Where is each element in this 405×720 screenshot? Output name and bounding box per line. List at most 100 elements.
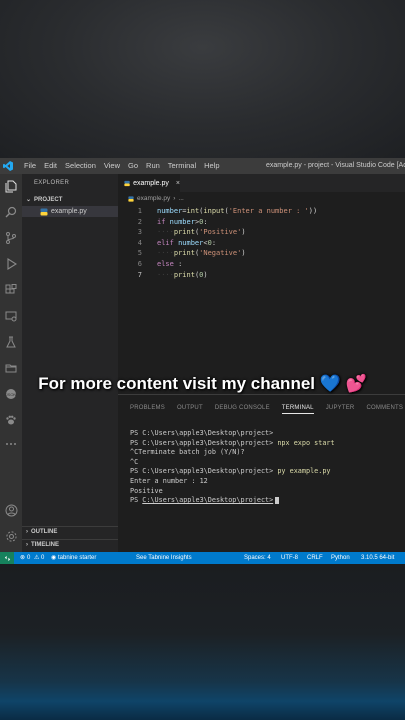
paw-icon[interactable] bbox=[3, 412, 19, 428]
explorer-sidebar: EXPLORER ⌄ PROJECT example.py › OUTLINE … bbox=[22, 174, 118, 552]
menu-view[interactable]: View bbox=[100, 158, 124, 174]
close-icon[interactable]: × bbox=[176, 180, 180, 187]
line-number: 3 bbox=[137, 228, 142, 237]
code-text: ····print('Negative') bbox=[157, 248, 246, 259]
code-token: : bbox=[173, 259, 183, 268]
errors-icon[interactable]: ⊗ bbox=[20, 552, 25, 564]
code-token: ) bbox=[203, 270, 208, 279]
code-token: input bbox=[203, 207, 225, 215]
title-bar: File Edit Selection View Go Run Terminal… bbox=[0, 158, 405, 174]
indentation-status[interactable]: Spaces: 4 bbox=[244, 552, 271, 564]
remote-explorer-icon[interactable] bbox=[3, 308, 19, 324]
terminal-prompt: PS C:\Users\apple3\Desktop\project> bbox=[130, 438, 274, 447]
outline-label: OUTLINE bbox=[31, 529, 58, 535]
menu-run[interactable]: Run bbox=[142, 158, 164, 174]
terminal-cursor bbox=[275, 496, 280, 504]
code-token: elif bbox=[157, 238, 174, 247]
blurred-background-bottom bbox=[0, 564, 405, 720]
run-debug-icon[interactable] bbox=[3, 256, 19, 272]
line-number: 1 bbox=[137, 207, 142, 215]
code-token: 'Enter a number : ' bbox=[228, 207, 309, 215]
code-line[interactable]: 3 ····print('Positive') bbox=[118, 227, 405, 238]
project-folder[interactable]: ⌄ PROJECT bbox=[26, 196, 62, 204]
tab-output[interactable]: OUTPUT bbox=[177, 405, 203, 414]
tab-comments[interactable]: COMMENTS bbox=[366, 405, 403, 414]
panel-tabs: PROBLEMS OUTPUT DEBUG CONSOLE TERMINAL J… bbox=[130, 405, 403, 414]
interpreter-status[interactable]: 3.10.5 64-bit bbox=[361, 552, 394, 564]
testing-icon[interactable] bbox=[3, 334, 19, 350]
line-number: 4 bbox=[137, 238, 142, 247]
terminal-line: Positive bbox=[130, 486, 163, 495]
code-token: number bbox=[169, 217, 195, 226]
line-number: 2 bbox=[137, 217, 142, 226]
tab-jupyter[interactable]: JUPYTER bbox=[326, 405, 355, 414]
code-token: ) bbox=[241, 249, 246, 258]
code-line[interactable]: 2 if number>0: bbox=[118, 217, 405, 228]
source-control-icon[interactable] bbox=[3, 230, 19, 246]
code-token: 'Negative' bbox=[199, 249, 242, 258]
file-item-example-py[interactable]: example.py bbox=[22, 206, 118, 217]
breadcrumb-file[interactable]: example.py bbox=[137, 195, 170, 202]
channel-caption: For more content visit my channel 💙 💕 bbox=[38, 374, 367, 393]
more-icon[interactable] bbox=[3, 436, 19, 452]
code-line[interactable]: 7 ····print(0) bbox=[118, 270, 405, 281]
menu-terminal[interactable]: Terminal bbox=[164, 158, 200, 174]
remote-indicator-icon[interactable] bbox=[0, 552, 14, 564]
menu-help[interactable]: Help bbox=[200, 158, 223, 174]
files-icon[interactable] bbox=[3, 178, 19, 194]
tabnine-insights[interactable]: See Tabnine Insights bbox=[136, 552, 192, 564]
timeline-section[interactable]: › TIMELINE bbox=[22, 539, 118, 550]
code-token: number bbox=[178, 238, 204, 247]
code-token: print bbox=[173, 249, 195, 258]
code-token: : bbox=[211, 238, 217, 247]
menu-bar: File Edit Selection View Go Run Terminal… bbox=[20, 158, 224, 174]
menu-edit[interactable]: Edit bbox=[40, 158, 61, 174]
menu-go[interactable]: Go bbox=[124, 158, 142, 174]
editor-tab-bar: example.py × bbox=[118, 174, 405, 192]
code-editor[interactable]: 1 number=int(input('Enter a number : ')) 2… bbox=[118, 206, 405, 280]
code-text: number=int(input('Enter a number : ')) bbox=[157, 206, 317, 217]
file-item-label: example.py bbox=[51, 208, 87, 215]
terminal-line: PS C:\Users\apple3\Desktop\project> npx … bbox=[130, 439, 405, 449]
tab-label: example.py bbox=[133, 179, 169, 187]
timeline-label: TIMELINE bbox=[31, 542, 59, 548]
line-number: 7 bbox=[137, 270, 142, 279]
code-text: ····print(0) bbox=[157, 270, 208, 281]
tab-example-py[interactable]: example.py × bbox=[118, 174, 180, 192]
eol-status[interactable]: CRLF bbox=[307, 552, 323, 564]
code-token: ···· bbox=[157, 249, 174, 258]
extensions-icon[interactable] bbox=[3, 282, 19, 298]
tab-problems[interactable]: PROBLEMS bbox=[130, 405, 165, 414]
code-token: print bbox=[173, 270, 195, 279]
account-icon[interactable] bbox=[3, 502, 19, 518]
outline-section[interactable]: › OUTLINE bbox=[22, 526, 118, 537]
tab-debug-console[interactable]: DEBUG CONSOLE bbox=[215, 405, 270, 414]
menu-selection[interactable]: Selection bbox=[61, 158, 100, 174]
python-file-icon bbox=[128, 195, 134, 202]
language-status[interactable]: Python bbox=[331, 552, 350, 564]
bottom-panel: PROBLEMS OUTPUT DEBUG CONSOLE TERMINAL J… bbox=[118, 394, 405, 552]
encoding-status[interactable]: UTF-8 bbox=[281, 552, 298, 564]
warnings-count[interactable]: 0 bbox=[41, 552, 44, 564]
menu-file[interactable]: File bbox=[20, 158, 40, 174]
warnings-icon[interactable]: ⚠ bbox=[34, 552, 39, 564]
settings-gear-icon[interactable] bbox=[3, 528, 19, 544]
breadcrumb-more[interactable]: ... bbox=[178, 195, 183, 202]
code-token: int bbox=[186, 207, 200, 215]
code-text: else : bbox=[157, 259, 182, 270]
code-line[interactable]: 1 number=int(input('Enter a number : ')) bbox=[118, 206, 405, 217]
code-token: 'Positive' bbox=[199, 228, 242, 237]
terminal[interactable]: PS C:\Users\apple3\Desktop\project> PS C… bbox=[130, 429, 405, 506]
code-line[interactable]: 4 elif number<0: bbox=[118, 238, 405, 249]
tab-terminal[interactable]: TERMINAL bbox=[281, 405, 314, 414]
code-line[interactable]: 6 else : bbox=[118, 259, 405, 270]
errors-count[interactable]: 0 bbox=[27, 552, 30, 564]
breadcrumb-separator-icon: › bbox=[173, 195, 176, 202]
code-line[interactable]: 5 ····print('Negative') bbox=[118, 248, 405, 259]
chevron-down-icon: ⌄ bbox=[26, 197, 32, 203]
terminal-line: PS C:\Users\apple3\Desktop\project> py e… bbox=[130, 467, 405, 477]
terminal-prompt: C:\Users\apple3\Desktop\project> bbox=[142, 496, 274, 505]
tabnine-status[interactable]: tabnine starter bbox=[58, 552, 96, 564]
search-icon[interactable] bbox=[3, 204, 19, 220]
terminal-line: PS C:\Users\apple3\Desktop\project> bbox=[130, 496, 405, 506]
